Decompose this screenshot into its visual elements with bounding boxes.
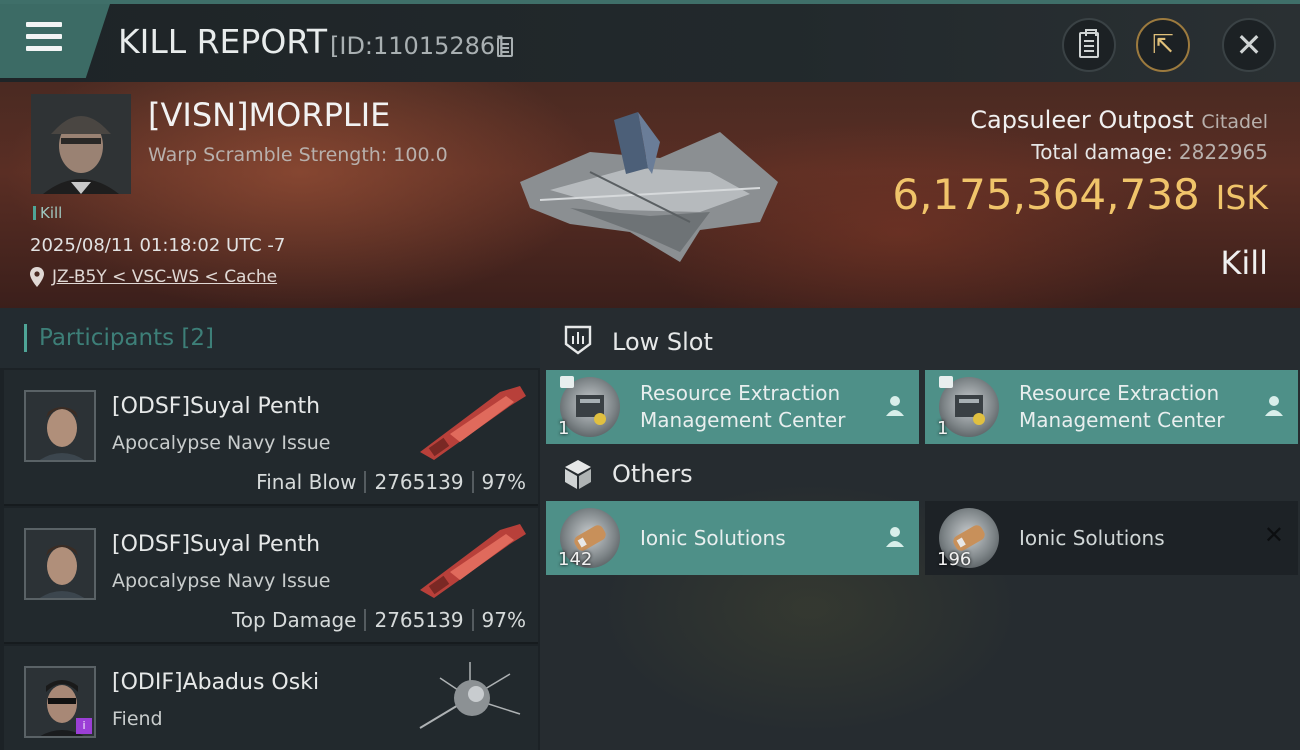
participants-panel: Participants [2] [ODSF]Suyal Penth Apoca… bbox=[0, 308, 540, 750]
item-name: Ionic Solutions bbox=[1019, 526, 1165, 550]
participant-stats: Top Damage 2765139 97% bbox=[231, 608, 526, 632]
header-bar: KILL REPORT [ID:11015286] ⇱ ✕ bbox=[0, 4, 1300, 82]
others-item[interactable]: 142 Ionic Solutions bbox=[546, 501, 919, 575]
clipboard-button[interactable] bbox=[1062, 18, 1116, 72]
x-icon: ✕ bbox=[1263, 521, 1284, 549]
participants-count: [2] bbox=[181, 325, 215, 351]
weapon-icon bbox=[420, 524, 526, 598]
low-slot-item[interactable]: 1 Resource Extraction Management Center bbox=[546, 370, 919, 444]
copy-icon[interactable] bbox=[497, 37, 513, 57]
participant-row[interactable]: [ODSF]Suyal Penth Apocalypse Navy Issue … bbox=[4, 508, 538, 644]
participant-name: [ODIF]Abadus Oski bbox=[112, 670, 320, 695]
kill-datetime: 2025/08/11 01:18:02 UTC -7 bbox=[30, 235, 286, 256]
low-slot-title: Low Slot bbox=[612, 328, 713, 356]
share-icon: ⇱ bbox=[1152, 30, 1174, 60]
isk-unit: ISK bbox=[1215, 178, 1268, 217]
participant-ship: Fiend bbox=[112, 708, 163, 730]
participant-row[interactable]: [ODSF]Suyal Penth Apocalypse Navy Issue … bbox=[4, 370, 538, 506]
module-tag-icon bbox=[939, 376, 953, 388]
total-damage: Total damage: 2822965 bbox=[1031, 140, 1268, 164]
close-button[interactable]: ✕ bbox=[1222, 18, 1276, 72]
others-title: Others bbox=[612, 460, 693, 488]
location-pin-icon bbox=[30, 267, 44, 287]
menu-button[interactable] bbox=[0, 4, 110, 78]
participant-row[interactable]: i [ODIF]Abadus Oski Fiend bbox=[4, 646, 538, 750]
item-quantity: 1 bbox=[937, 418, 949, 439]
isk-value-row: 6,175,364,738 ISK bbox=[892, 170, 1268, 219]
share-button[interactable]: ⇱ bbox=[1136, 18, 1190, 72]
victim-subtitle: Warp Scramble Strength: 100.0 bbox=[148, 144, 448, 166]
participants-label: Participants bbox=[39, 325, 175, 351]
participant-name: [ODSF]Suyal Penth bbox=[112, 532, 321, 557]
weapon-icon bbox=[420, 386, 526, 460]
avatar bbox=[24, 528, 96, 600]
avatar: i bbox=[24, 666, 96, 738]
participant-stats: Final Blow 2765139 97% bbox=[256, 470, 526, 494]
report-id: [ID:11015286] bbox=[330, 32, 505, 60]
kill-result: Kill bbox=[1220, 244, 1268, 282]
item-name: Resource Extraction Management Center bbox=[640, 381, 846, 432]
kill-banner: [VISN]MORPLIE Warp Scramble Strength: 10… bbox=[0, 82, 1300, 308]
item-quantity: 142 bbox=[558, 549, 593, 570]
item-name: Resource Extraction Management Center bbox=[1019, 381, 1225, 432]
location-row: JZ-B5Y < VSC-WS < Cache bbox=[30, 267, 277, 287]
menu-icon bbox=[26, 22, 62, 54]
drone-icon bbox=[419, 662, 521, 729]
victim-name: [VISN]MORPLIE bbox=[148, 96, 391, 134]
avatar bbox=[24, 390, 96, 462]
low-slot-icon bbox=[564, 325, 592, 355]
others-item[interactable]: 196 Ionic Solutions ✕ bbox=[925, 501, 1298, 575]
badge-icon: i bbox=[76, 718, 92, 734]
structure-image bbox=[520, 112, 778, 262]
page-title: KILL REPORT bbox=[118, 22, 327, 61]
participant-name: [ODSF]Suyal Penth bbox=[112, 394, 321, 419]
item-name: Ionic Solutions bbox=[640, 526, 786, 550]
clipboard-icon bbox=[1079, 29, 1099, 58]
participants-header: Participants [2] bbox=[0, 308, 540, 368]
isk-value: 6,175,364,738 bbox=[892, 170, 1200, 219]
location-link[interactable]: JZ-B5Y < VSC-WS < Cache bbox=[52, 267, 277, 287]
participant-ship: Apocalypse Navy Issue bbox=[112, 432, 331, 454]
close-icon: ✕ bbox=[1235, 26, 1263, 64]
participant-ship: Apocalypse Navy Issue bbox=[112, 570, 331, 592]
person-icon bbox=[886, 396, 904, 416]
victim-portrait[interactable] bbox=[31, 94, 131, 194]
kill-tag: Kill bbox=[33, 206, 62, 221]
items-panel: Low Slot 1 Resource Extraction Managemen… bbox=[540, 308, 1300, 750]
person-icon bbox=[1265, 396, 1283, 416]
cube-icon bbox=[565, 460, 591, 489]
item-quantity: 196 bbox=[937, 549, 972, 570]
module-tag-icon bbox=[560, 376, 574, 388]
low-slot-item[interactable]: 1 Resource Extraction Management Center bbox=[925, 370, 1298, 444]
target-name: Capsuleer Outpost Citadel bbox=[970, 106, 1268, 134]
item-quantity: 1 bbox=[558, 418, 570, 439]
person-icon bbox=[886, 527, 904, 547]
